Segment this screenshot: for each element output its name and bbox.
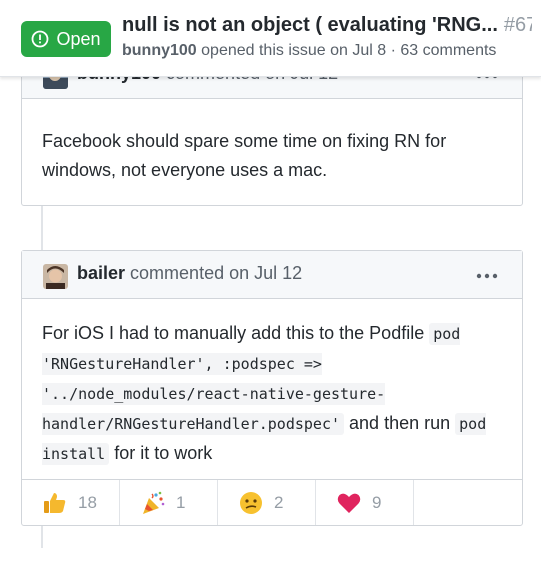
issue-meta: bunny100 opened this issue on Jul 8 · 63… xyxy=(122,42,532,60)
timeline-connector xyxy=(41,205,43,251)
comment-text: for it to work xyxy=(114,443,213,463)
reaction-count: 9 xyxy=(372,492,382,512)
reaction-thumbs-up[interactable]: 18 xyxy=(22,480,120,525)
reaction-count: 2 xyxy=(274,492,284,512)
issue-title-line[interactable]: null is not an object ( evaluating 'RNG.… xyxy=(122,14,532,37)
issue-state-badge: Open xyxy=(21,21,111,57)
confused-face-icon xyxy=(238,490,264,516)
issue-author-link[interactable]: bunny100 xyxy=(122,42,197,59)
timeline-connector xyxy=(41,525,43,548)
reaction-count: 1 xyxy=(176,492,186,512)
comment-body: For iOS I had to manually add this to th… xyxy=(42,319,502,469)
reaction-heart[interactable]: 9 xyxy=(316,480,414,525)
thumbs-up-icon xyxy=(42,490,68,516)
comment-timestamp[interactable]: commented on Jul 12 xyxy=(130,263,302,283)
reactions-bar: 18 1 2 9 xyxy=(22,479,522,525)
party-popper-icon xyxy=(140,490,166,516)
comment-text: Facebook should spare some time on fixin… xyxy=(42,131,447,180)
heart-icon xyxy=(336,490,362,516)
issue-opened-icon xyxy=(31,30,49,48)
comment-body: Facebook should spare some time on fixin… xyxy=(42,127,502,185)
reaction-hooray[interactable]: 1 xyxy=(120,480,218,525)
comment-author-line: bailer commented on Jul 12 xyxy=(77,263,302,284)
timeline-comment: bailer commented on Jul 12 For iOS I had… xyxy=(21,250,523,526)
issue-sticky-header: Open null is not an object ( evaluating … xyxy=(0,0,541,77)
issue-number: #676 xyxy=(503,14,532,36)
reaction-count: 18 xyxy=(78,492,97,512)
issue-state-label: Open xyxy=(56,28,101,49)
comment-text: and then run xyxy=(349,413,451,433)
reaction-confused[interactable]: 2 xyxy=(218,480,316,525)
issue-meta-text: opened this issue on Jul 8 · 63 comments xyxy=(201,42,497,59)
comment-author[interactable]: bailer xyxy=(77,263,125,283)
more-options-button[interactable] xyxy=(474,263,500,287)
kebab-horizontal-icon xyxy=(476,266,498,284)
avatar[interactable] xyxy=(43,264,68,289)
comment-text: For iOS I had to manually add this to th… xyxy=(42,323,425,343)
issue-title[interactable]: null is not an object ( evaluating 'RNG.… xyxy=(122,14,498,36)
comment-header: bailer commented on Jul 12 xyxy=(22,251,522,299)
